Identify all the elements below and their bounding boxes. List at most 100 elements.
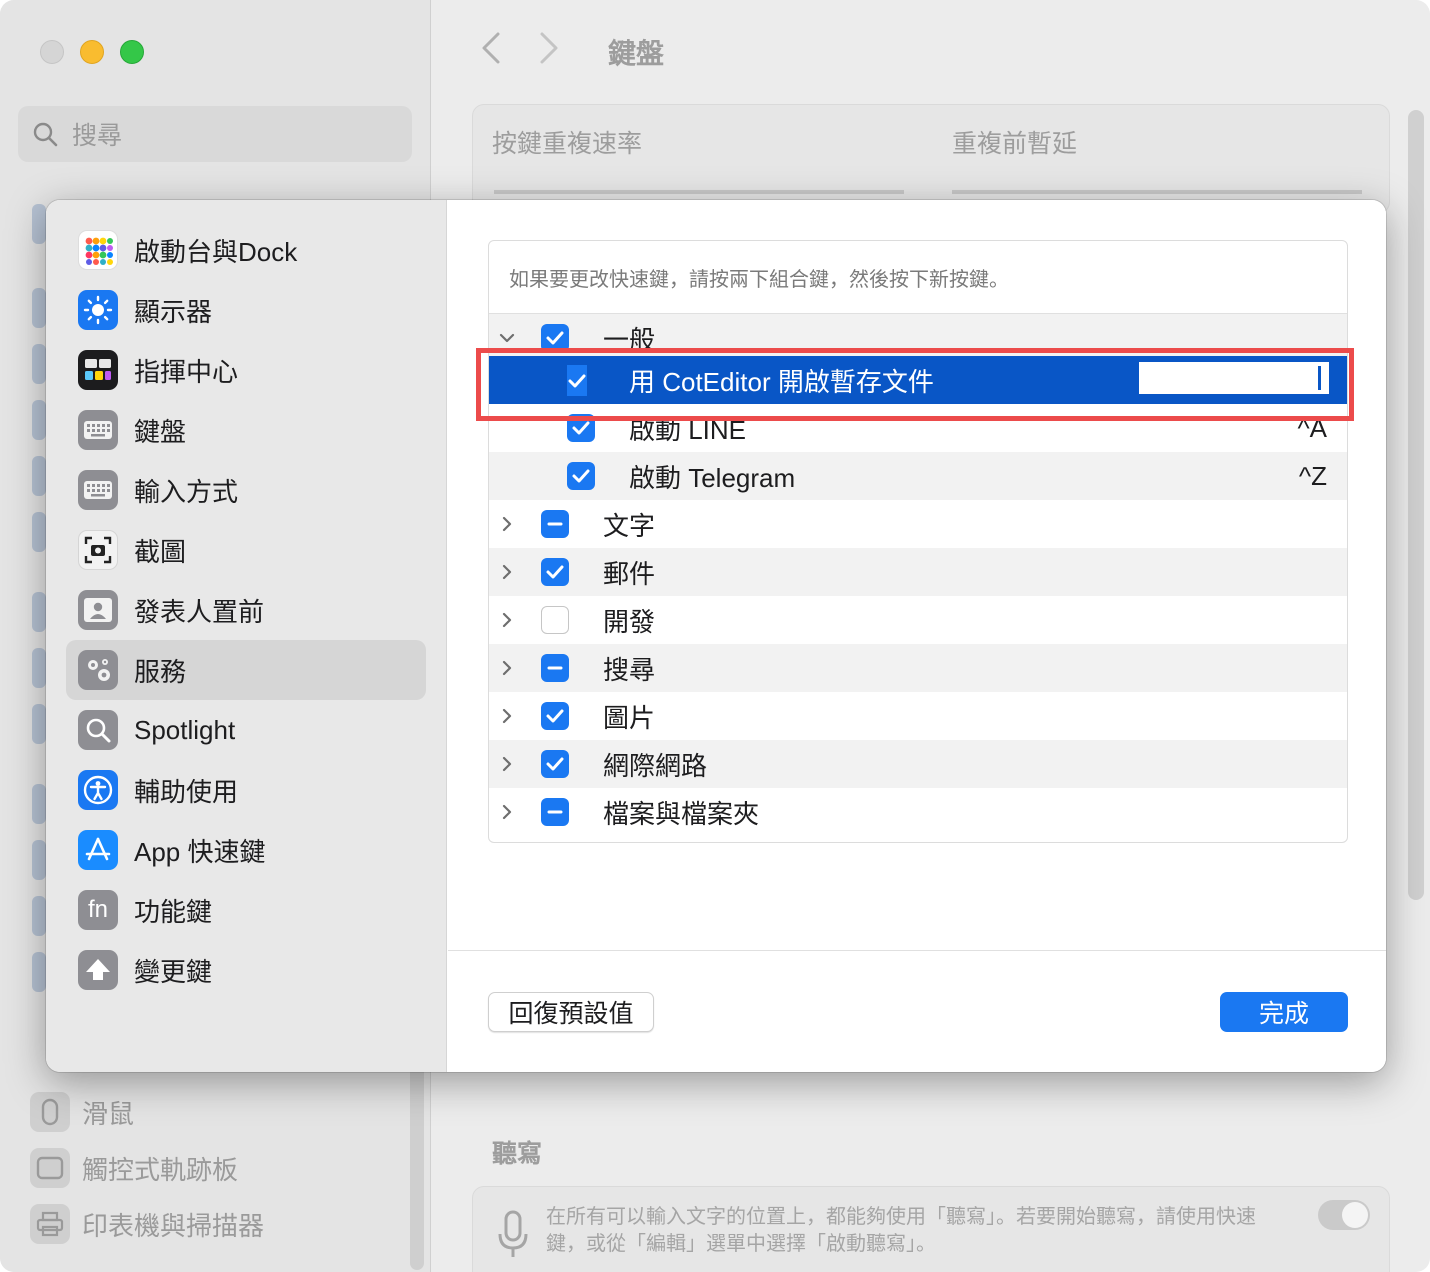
category-mission-control[interactable]: 指揮中心 <box>66 340 426 400</box>
sidebar-icon-partial <box>32 288 46 328</box>
chevron-down-icon[interactable] <box>497 328 517 348</box>
category-keyboard[interactable]: 鍵盤 <box>66 400 426 460</box>
display-icon <box>78 290 118 330</box>
category-screenshots[interactable]: 截圖 <box>66 520 426 580</box>
keyboard-icon <box>78 410 118 450</box>
chevron-right-icon[interactable] <box>497 754 517 774</box>
sidebar-item-trackpad[interactable]: 觸控式軌跡板 <box>30 1148 238 1188</box>
category-displays[interactable]: 顯示器 <box>66 280 426 340</box>
category-label: 輸入方式 <box>134 476 239 507</box>
instruction-text: 如果要更改快速鍵，請按兩下組合鍵，然後按下新按鍵。 <box>509 269 1009 291</box>
group-label: 一般 <box>603 324 656 355</box>
shortcut-keys[interactable]: ^A <box>1297 413 1327 444</box>
sidebar-icon-partial <box>32 512 46 552</box>
chevron-right-icon[interactable] <box>497 658 517 678</box>
group-label: 郵件 <box>603 558 656 589</box>
sidebar-item-printers[interactable]: 印表機與掃描器 <box>30 1204 264 1244</box>
mission-control-icon <box>78 350 118 390</box>
shortcut-label: 啟動 LINE <box>629 414 747 445</box>
checkbox-general[interactable] <box>541 324 569 352</box>
spotlight-icon <box>78 710 118 750</box>
sidebar-icon-partial <box>32 204 46 244</box>
dictation-heading: 聽寫 <box>492 1140 543 1168</box>
chevron-right-icon[interactable] <box>497 802 517 822</box>
shortcut-row-coteditor[interactable]: 用 CotEditor 開啟暫存文件 <box>489 356 1347 404</box>
checkbox-mail[interactable] <box>541 558 569 586</box>
chevron-right-icon[interactable] <box>497 562 517 582</box>
minimize-window-button[interactable] <box>80 40 104 64</box>
group-row-text[interactable]: 文字 <box>489 500 1347 548</box>
printer-icon <box>30 1204 70 1244</box>
chevron-right-icon[interactable] <box>497 706 517 726</box>
dictation-toggle[interactable] <box>1318 1200 1370 1230</box>
checkbox-text[interactable] <box>541 510 569 538</box>
category-modifier-keys[interactable]: 變更鍵 <box>66 940 426 1000</box>
sidebar-icon-partial <box>32 344 46 384</box>
category-label: 指揮中心 <box>134 356 239 387</box>
group-row-search[interactable]: 搜尋 <box>489 644 1347 692</box>
group-row-pictures[interactable]: 圖片 <box>489 692 1347 740</box>
group-row-internet[interactable]: 網際網路 <box>489 740 1347 788</box>
category-label: 鍵盤 <box>134 416 187 447</box>
group-label: 開發 <box>603 606 656 637</box>
shortcut-row-telegram[interactable]: 啟動 Telegram ^Z <box>489 452 1347 500</box>
footer-divider <box>448 950 1386 951</box>
done-button[interactable]: 完成 <box>1220 992 1348 1032</box>
sidebar-item-mouse[interactable]: 滑鼠 <box>30 1092 134 1132</box>
presenter-overlay-icon <box>78 590 118 630</box>
key-repeat-slider[interactable] <box>494 190 904 194</box>
category-label: 顯示器 <box>134 296 213 327</box>
category-label: App 快速鍵 <box>134 836 266 867</box>
main-scrollbar[interactable] <box>1408 110 1424 900</box>
shortcut-input-field[interactable] <box>1139 362 1329 394</box>
sidebar-item-label: 印表機與掃描器 <box>82 1210 265 1241</box>
forward-arrow-icon[interactable] <box>538 30 560 76</box>
group-row-files-folders[interactable]: 檔案與檔案夾 <box>489 788 1347 836</box>
key-repeat-label: 按鍵重複速率 <box>492 130 643 158</box>
search-field[interactable]: 搜尋 <box>18 106 412 162</box>
category-spotlight[interactable]: Spotlight <box>66 700 426 760</box>
category-accessibility[interactable]: 輔助使用 <box>66 760 426 820</box>
close-window-button[interactable] <box>40 40 64 64</box>
group-row-development[interactable]: 開發 <box>489 596 1347 644</box>
back-arrow-icon[interactable] <box>480 30 502 76</box>
category-presenter-overlay[interactable]: 發表人置前 <box>66 580 426 640</box>
dictation-description: 在所有可以輸入文字的位置上，都能夠使用「聽寫」。若要開始聽寫，請使用快速鍵，或從… <box>546 1206 1256 1255</box>
group-label: 文字 <box>603 510 656 541</box>
category-app-shortcuts[interactable]: App 快速鍵 <box>66 820 426 880</box>
checkbox-pictures[interactable] <box>541 702 569 730</box>
checkbox-files-folders[interactable] <box>541 798 569 826</box>
category-input-sources[interactable]: 輸入方式 <box>66 460 426 520</box>
microphone-icon <box>498 1210 528 1257</box>
checkbox-internet[interactable] <box>541 750 569 778</box>
sidebar-icon-partial <box>32 840 46 880</box>
shortcut-row-line[interactable]: 啟動 LINE ^A <box>489 404 1347 452</box>
checkbox-telegram[interactable] <box>567 462 595 490</box>
sidebar-icon-partial <box>32 592 46 632</box>
chevron-right-icon[interactable] <box>497 610 517 630</box>
delay-slider[interactable] <box>952 190 1362 194</box>
group-row-general[interactable]: 一般 <box>489 314 1347 362</box>
zoom-window-button[interactable] <box>120 40 144 64</box>
search-icon <box>33 122 58 147</box>
category-function-keys[interactable]: fn 功能鍵 <box>66 880 426 940</box>
checkbox-coteditor[interactable] <box>567 364 587 396</box>
group-row-mail[interactable]: 郵件 <box>489 548 1347 596</box>
accessibility-icon <box>78 770 118 810</box>
checkbox-line[interactable] <box>567 414 595 442</box>
category-launchpad-dock[interactable]: 啟動台與Dock <box>66 220 426 280</box>
search-placeholder: 搜尋 <box>72 122 123 150</box>
delay-label: 重複前暫延 <box>952 130 1078 158</box>
shortcut-keys[interactable]: ^Z <box>1299 461 1327 492</box>
sidebar-scrollbar[interactable] <box>410 1040 424 1270</box>
group-label: 圖片 <box>603 702 656 733</box>
category-label: 截圖 <box>134 536 187 567</box>
category-services[interactable]: 服務 <box>66 640 426 700</box>
checkbox-development[interactable] <box>541 606 569 634</box>
sidebar-icon-partial <box>32 400 46 440</box>
checkbox-search[interactable] <box>541 654 569 682</box>
sidebar-item-label: 滑鼠 <box>82 1098 135 1129</box>
category-label: 發表人置前 <box>134 596 265 627</box>
chevron-right-icon[interactable] <box>497 514 517 534</box>
restore-defaults-button[interactable]: 回復預設值 <box>488 992 654 1032</box>
